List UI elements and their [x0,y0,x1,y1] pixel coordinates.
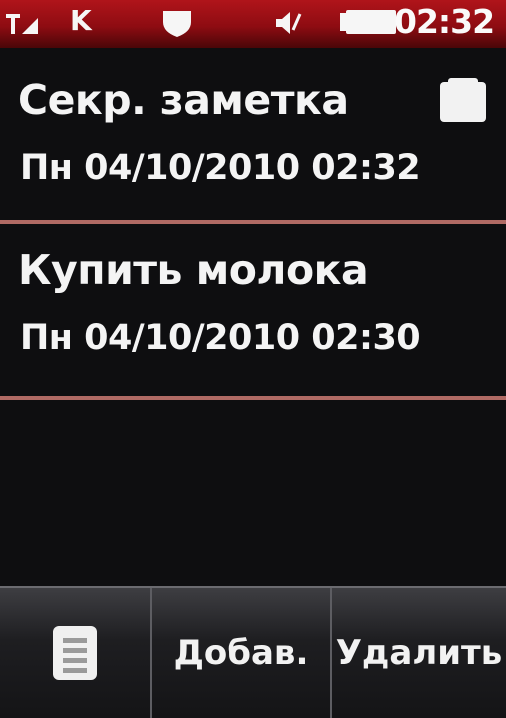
list-item[interactable]: Купить молока Пн 04/10/2010 02:30 [0,224,506,400]
speaker-icon [276,12,302,34]
list-divider [0,396,506,400]
lock-icon [440,78,486,122]
note-title: Секр. заметка [18,76,349,124]
notes-list: Секр. заметка Пн 04/10/2010 02:32 Купить… [0,48,506,400]
note-title: Купить молока [18,246,369,294]
menu-icon [53,626,97,680]
k-indicator: K [70,4,92,37]
note-date: Пн 04/10/2010 02:32 [20,148,421,188]
softkey-bar: Добав. Удалить [0,586,506,718]
list-item[interactable]: Секр. заметка Пн 04/10/2010 02:32 [0,48,506,224]
notes-screen: K 02:32 Секр. заметка Пн 04/10/2010 02:3… [0,0,506,718]
menu-button[interactable] [0,588,152,718]
delete-button[interactable]: Удалить [332,588,506,718]
status-time: 02:32 [394,2,495,41]
status-bar: K 02:32 [0,0,506,48]
add-button[interactable]: Добав. [152,588,332,718]
battery-icon [340,10,396,34]
note-date: Пн 04/10/2010 02:30 [20,318,421,358]
signal-icon [6,14,38,34]
shield-icon [163,11,191,37]
